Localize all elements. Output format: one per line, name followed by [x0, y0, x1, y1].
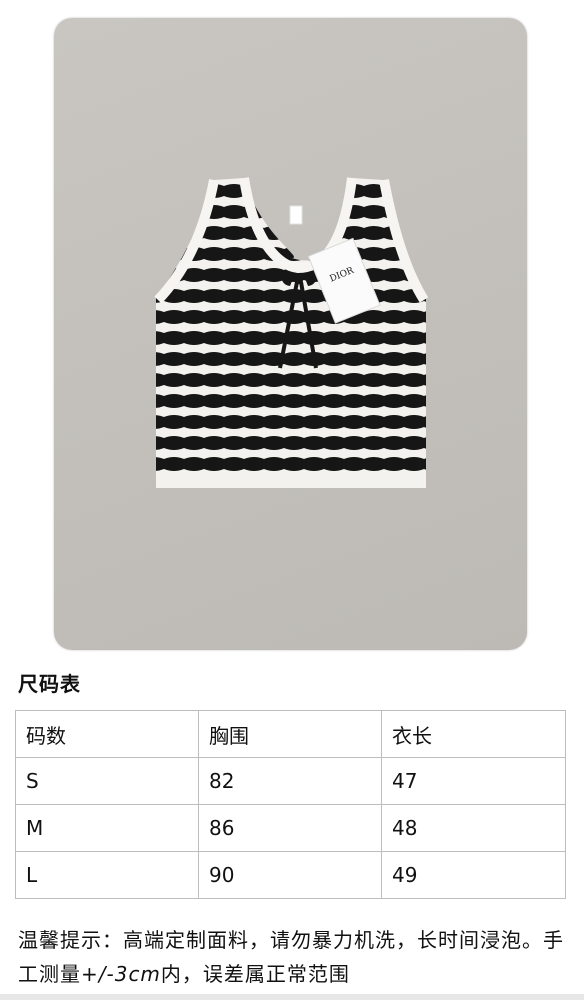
knit-stripe: [156, 310, 426, 324]
notice-measure: +/-3cm: [81, 962, 161, 986]
knit-stripe: [156, 226, 426, 240]
knit-stripe: [156, 184, 426, 198]
bottom-bar: [0, 994, 584, 1000]
table-cell: 48: [381, 804, 566, 852]
table-row: M 86 48: [15, 804, 566, 852]
table-cell: 49: [381, 851, 566, 899]
knit-stripe: [156, 457, 426, 471]
product-photo[interactable]: DIOR: [54, 18, 527, 650]
table-cell: 86: [198, 804, 382, 852]
knit-stripe: [156, 331, 426, 345]
knit-stripe: [156, 247, 426, 261]
header-chest: 胸围: [198, 710, 382, 758]
knit-stripe: [156, 394, 426, 408]
size-chart-title: 尺码表: [18, 672, 81, 696]
table-cell: S: [15, 757, 199, 805]
knit-stripe: [156, 352, 426, 366]
knit-stripe: [156, 373, 426, 387]
notice-text-b: 内，误差属正常范围: [160, 962, 350, 986]
table-cell: L: [15, 851, 199, 899]
knit-stripe: [156, 436, 426, 450]
table-cell: M: [15, 804, 199, 852]
header-size: 码数: [15, 710, 199, 758]
care-notice: 温馨提示：高端定制面料，请勿暴力机洗，长时间浸泡。手工测量+/-3cm内，误差属…: [18, 923, 570, 991]
table-row: L 90 49: [15, 851, 566, 899]
table-cell: 90: [198, 851, 382, 899]
knit-vest-image: DIOR: [154, 177, 429, 488]
header-length: 衣长: [381, 710, 566, 758]
table-header-row: 码数 胸围 衣长: [15, 710, 566, 758]
table-cell: 82: [198, 757, 382, 805]
table-row: S 82 47: [15, 757, 566, 805]
size-table: 码数 胸围 衣长 S 82 47 M 86 48 L 90 49: [15, 710, 566, 899]
table-cell: 47: [381, 757, 566, 805]
knit-stripe: [156, 415, 426, 429]
